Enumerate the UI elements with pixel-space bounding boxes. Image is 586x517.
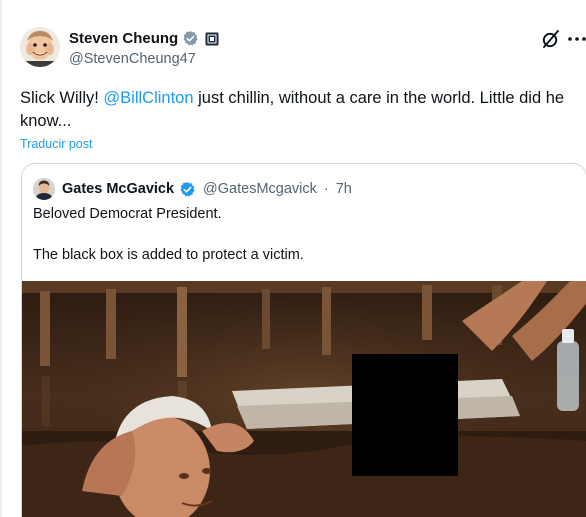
quoted-author-display-name[interactable]: Gates McGavick [62,181,174,197]
separator-dot: · [323,181,329,197]
translate-post-link[interactable]: Traducir post [20,137,92,151]
affiliation-badge-icon[interactable] [205,32,219,46]
more-options-icon[interactable] [566,28,586,50]
post-header: Steven Cheung @StevenCheung47 [20,24,586,74]
verified-badge-icon [179,181,196,198]
author-name-row: Steven Cheung [69,30,219,47]
quoted-post-text-line-1: Beloved Democrat President. [33,206,222,222]
post-text: Slick Willy! @BillClinton just chillin, … [20,87,582,133]
quoted-post-time[interactable]: 7h [336,181,352,197]
left-divider [0,0,2,517]
quoted-post-card[interactable]: Gates McGavick @GatesMcgavick · 7h Belov… [21,163,586,517]
quoted-post-header: Gates McGavick @GatesMcgavick · 7h [33,178,352,200]
grok-icon[interactable] [540,28,562,50]
quoted-post-photo[interactable] [22,281,586,517]
quoted-post-text-line-2: The black box is added to protect a vict… [33,247,304,263]
quoted-author-avatar[interactable] [33,178,55,200]
author-avatar[interactable] [20,27,60,67]
verified-badge-icon [182,30,199,47]
mention-link[interactable]: @BillClinton [103,89,193,107]
post-text-before: Slick Willy! [20,89,104,107]
author-handle[interactable]: @StevenCheung47 [69,51,196,67]
quoted-author-handle[interactable]: @GatesMcgavick [203,181,317,197]
author-display-name[interactable]: Steven Cheung [69,30,178,47]
